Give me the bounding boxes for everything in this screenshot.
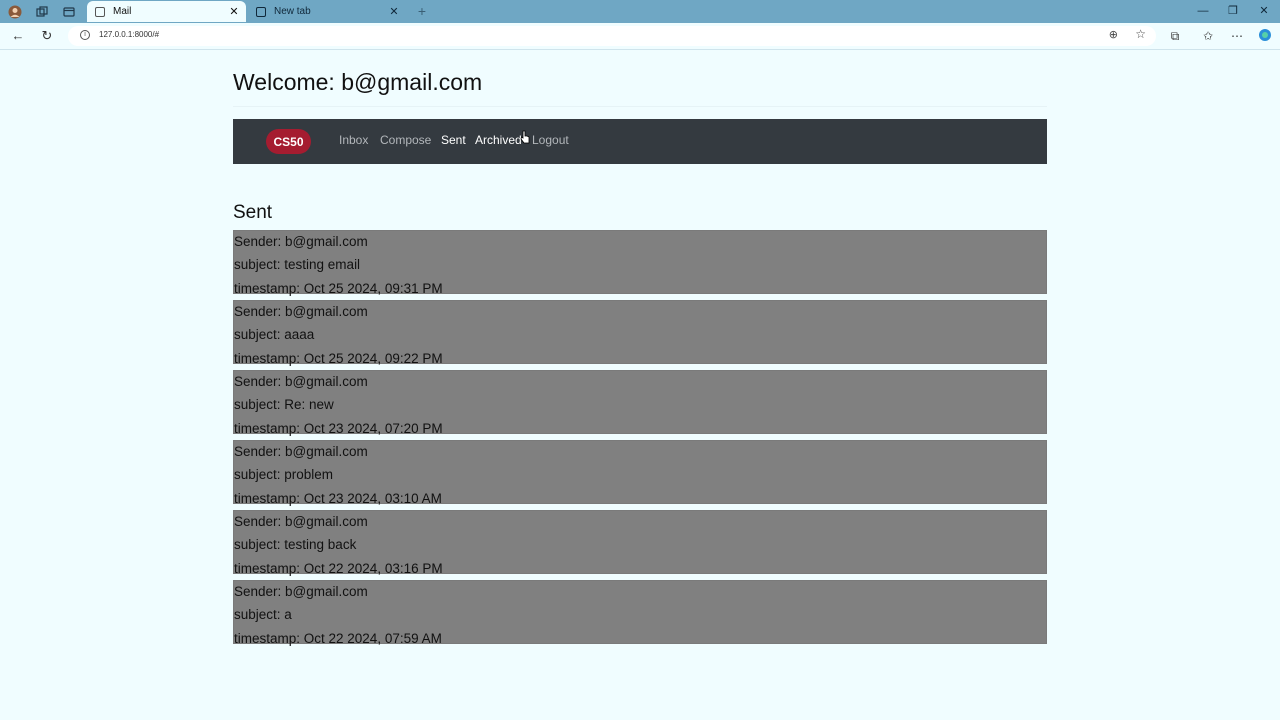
favorites-icon[interactable]: ✩ [1200,28,1216,44]
email-timestamp: timestamp: Oct 25 2024, 09:31 PM [234,280,443,296]
email-sender: Sender: b@gmail.com [234,584,368,599]
email-sender: Sender: b@gmail.com [234,304,368,319]
mailbox-title: Sent [233,202,273,223]
split-screen-icon[interactable]: ⧉ [1167,28,1183,44]
back-arrow-icon[interactable]: ← [10,28,26,44]
hand-cursor-icon [520,130,530,144]
new-tab-icon [256,6,266,17]
email-sender: Sender: b@gmail.com [234,514,368,529]
email-timestamp: timestamp: Oct 23 2024, 07:20 PM [234,420,443,436]
tab-title: New tab [274,6,311,17]
minimize-icon[interactable]: — [1193,4,1213,19]
email-item[interactable]: Sender: b@gmail.com subject: testing bac… [233,510,1047,576]
browser-tab-bar: Mail ✕ New tab ✕ + — ❐ ✕ [0,0,1280,23]
tab-title: Mail [113,6,132,17]
email-subject: subject: testing back [234,537,357,553]
tab-new-tab[interactable]: New tab ✕ [248,1,406,22]
nav-sent[interactable]: Sent [441,133,466,147]
email-list: Sender: b@gmail.com subject: testing ema… [233,230,1047,650]
email-item[interactable]: Sender: b@gmail.com subject: a timestamp… [233,580,1047,646]
refresh-icon[interactable]: ↻ [39,28,55,44]
copilot-icon[interactable] [1257,28,1273,44]
more-options-icon[interactable]: ⋯ [1229,28,1245,44]
email-subject: subject: Re: new [234,397,334,413]
brand-logo[interactable]: CS50 [266,129,311,154]
close-icon[interactable]: ✕ [386,5,402,18]
profile-avatar-icon[interactable] [7,4,22,19]
nav-inbox[interactable]: Inbox [339,133,368,147]
info-icon[interactable]: i [80,30,90,40]
email-item[interactable]: Sender: b@gmail.com subject: Re: new tim… [233,370,1047,436]
browser-toolbar: ← ↻ i 127.0.0.1:8000/# ⊕ ☆ ⧉ ✩ ⋯ [0,23,1280,50]
nav-archived[interactable]: Archived [475,133,522,147]
email-timestamp: timestamp: Oct 25 2024, 09:22 PM [234,350,443,366]
close-icon[interactable]: ✕ [226,5,242,18]
divider [233,106,1047,107]
page-icon [95,6,105,17]
collections-icon[interactable] [34,4,49,19]
email-timestamp: timestamp: Oct 22 2024, 03:16 PM [234,560,443,576]
email-subject: subject: problem [234,467,334,483]
address-bar[interactable]: i 127.0.0.1:8000/# ⊕ ☆ [68,26,1156,46]
email-subject: subject: aaaa [234,327,315,343]
email-item[interactable]: Sender: b@gmail.com subject: aaaa timest… [233,300,1047,366]
tab-mail[interactable]: Mail ✕ [87,1,246,22]
email-sender: Sender: b@gmail.com [234,444,368,459]
email-sender: Sender: b@gmail.com [234,234,368,249]
zoom-icon[interactable]: ⊕ [1109,28,1118,41]
page-title: Welcome: b@gmail.com [233,69,483,95]
email-timestamp: timestamp: Oct 22 2024, 07:59 AM [234,630,442,646]
nav-compose[interactable]: Compose [380,133,431,147]
email-item[interactable]: Sender: b@gmail.com subject: testing ema… [233,230,1047,296]
email-sender: Sender: b@gmail.com [234,374,368,389]
close-window-icon[interactable]: ✕ [1254,4,1274,19]
email-item[interactable]: Sender: b@gmail.com subject: problem tim… [233,440,1047,506]
new-tab-button[interactable]: + [414,3,430,19]
favorite-star-icon[interactable]: ☆ [1135,27,1146,41]
tab-actions-icon[interactable] [61,4,76,19]
url-text[interactable]: 127.0.0.1:8000/# [99,30,159,39]
email-subject: subject: testing email [234,257,361,273]
email-timestamp: timestamp: Oct 23 2024, 03:10 AM [234,490,442,506]
nav-logout[interactable]: Logout [532,133,569,147]
app-navbar: CS50 Inbox Compose Sent Archived Logout [233,119,1047,164]
email-subject: subject: a [234,607,292,623]
restore-icon[interactable]: ❐ [1223,4,1243,19]
